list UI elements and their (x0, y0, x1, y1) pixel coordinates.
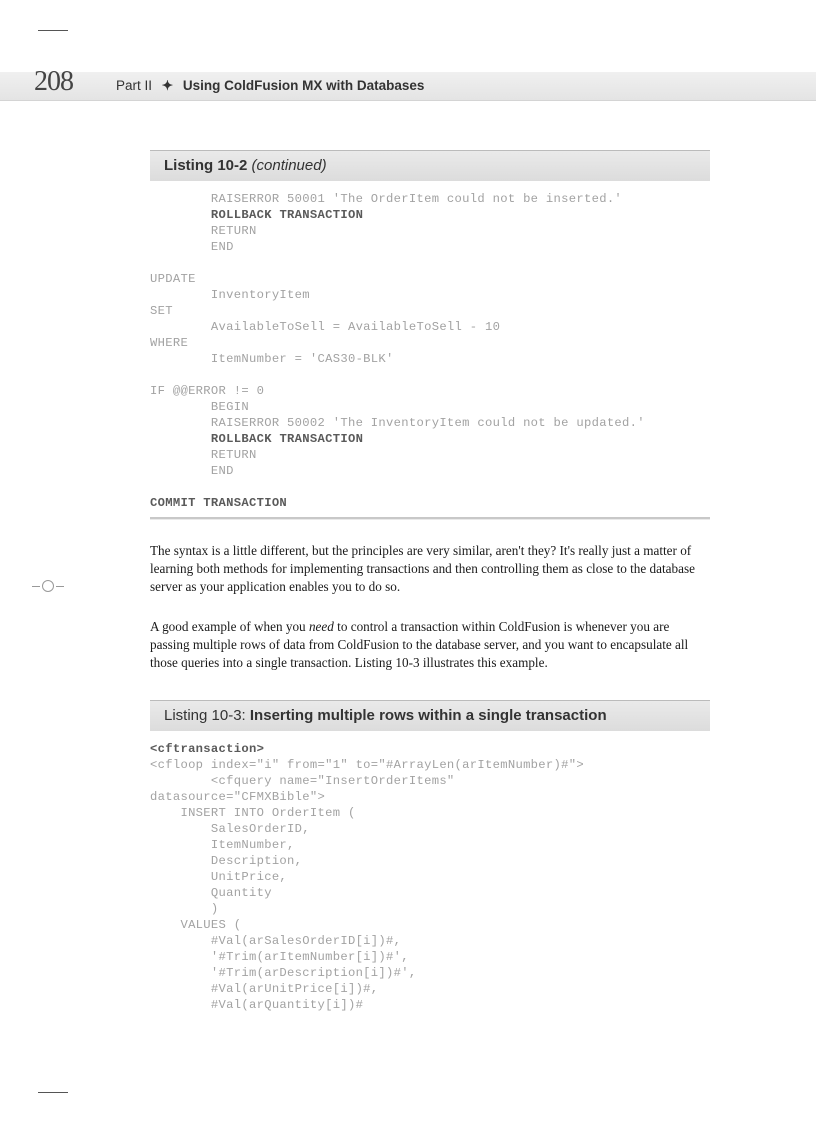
listing-continued-tag: (continued) (252, 157, 327, 174)
body-paragraph-2: A good example of when you need to contr… (150, 618, 710, 672)
listing-10-2-code: RAISERROR 50001 'The OrderItem could not… (150, 191, 710, 511)
running-header-text: Part II ✦ Using ColdFusion MX with Datab… (116, 78, 424, 94)
p2-emphasis: need (309, 619, 334, 634)
listing-10-3-header: Listing 10-3: Inserting multiple rows wi… (150, 700, 710, 731)
header-separator-icon: ✦ (162, 78, 173, 93)
listing-10-2-bottom-rule (150, 517, 710, 520)
side-crop-mark (30, 576, 70, 596)
body-paragraph-1: The syntax is a little different, but th… (150, 542, 710, 596)
page-content: Listing 10-2 (continued) RAISERROR 50001… (150, 150, 710, 1013)
listing-title: Inserting multiple rows within a single … (250, 707, 607, 724)
listing-10-2-header: Listing 10-2 (continued) (150, 150, 710, 181)
page-bottom-crop-mark (38, 1092, 68, 1093)
page-top-crop-mark (38, 30, 68, 31)
listing-10-3-code: <cftransaction> <cfloop index="i" from="… (150, 741, 710, 1013)
listing-label: Listing 10-2 (164, 157, 247, 174)
header-part: Part II (116, 78, 152, 93)
page-number: 208 (34, 66, 73, 98)
listing-label: Listing 10-3: (164, 707, 246, 724)
header-title: Using ColdFusion MX with Databases (183, 78, 425, 93)
p2-pre: A good example of when you (150, 619, 309, 634)
